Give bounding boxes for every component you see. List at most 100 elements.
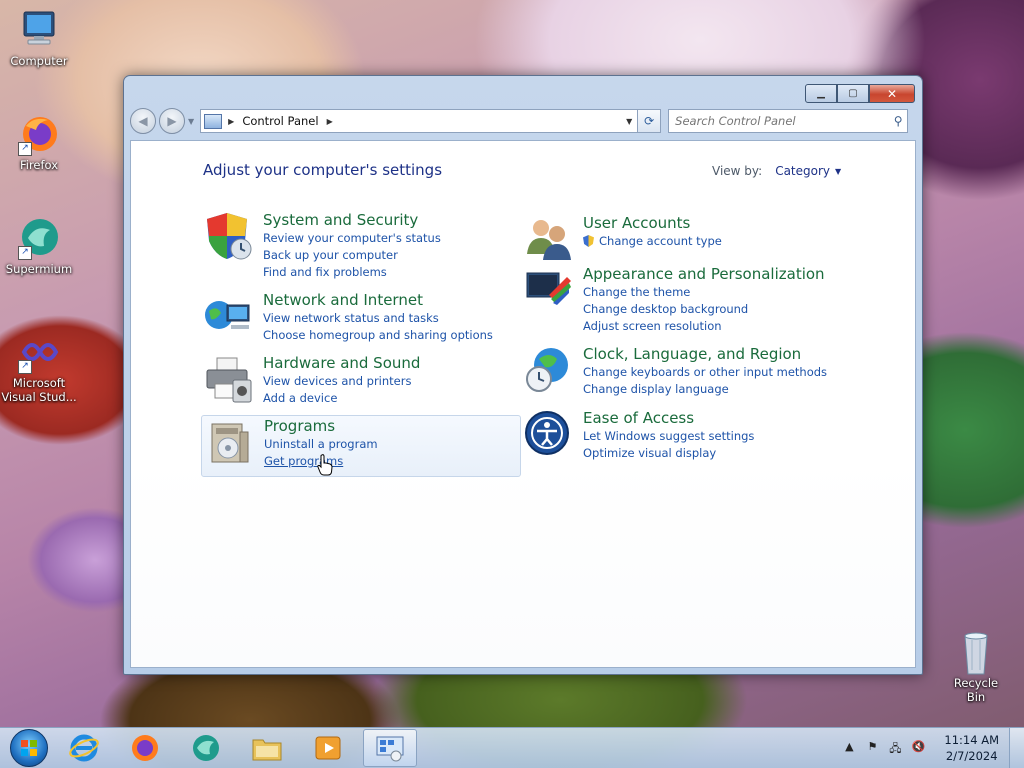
category-clock-language-region: Clock, Language, and Region Change keybo… xyxy=(523,345,827,398)
taskbar-explorer[interactable] xyxy=(241,730,293,766)
category-title[interactable]: Clock, Language, and Region xyxy=(583,345,827,364)
clock-date: 2/7/2024 xyxy=(945,749,998,763)
volume-muted-icon[interactable]: 🔇 xyxy=(909,740,927,756)
clock[interactable]: 11:14 AM 2/7/2024 xyxy=(944,732,999,764)
category-title[interactable]: System and Security xyxy=(263,211,441,230)
category-title[interactable]: Programs xyxy=(264,417,378,436)
link-keyboards[interactable]: Change keyboards or other input methods xyxy=(583,364,827,381)
link-network-status[interactable]: View network status and tasks xyxy=(263,310,493,327)
internet-explorer-icon xyxy=(69,734,99,762)
minimize-button[interactable]: ▁ xyxy=(805,84,837,103)
category-title[interactable]: Appearance and Personalization xyxy=(583,265,825,284)
clock-time: 11:14 AM xyxy=(944,733,999,747)
link-review-status[interactable]: Review your computer's status xyxy=(263,230,441,247)
media-player-icon xyxy=(315,736,341,760)
desktop-icon-visual-studio[interactable]: ↗ Microsoft Visual Stud... xyxy=(1,330,77,404)
recent-pages-dropdown[interactable]: ▼ xyxy=(188,117,194,126)
link-display-language[interactable]: Change display language xyxy=(583,381,827,398)
address-bar[interactable]: ▶ Control Panel ▶ ▼ xyxy=(200,109,639,133)
shield-icon[interactable] xyxy=(203,211,253,261)
link-devices-printers[interactable]: View devices and printers xyxy=(263,373,420,390)
action-center-flag-icon[interactable]: ⚑ xyxy=(863,740,881,756)
category-title[interactable]: Hardware and Sound xyxy=(263,354,420,373)
uac-shield-icon xyxy=(583,235,594,247)
appearance-icon[interactable] xyxy=(523,265,573,315)
category-system-security: System and Security Review your computer… xyxy=(203,211,441,281)
link-add-device[interactable]: Add a device xyxy=(263,390,420,407)
link-desktop-background[interactable]: Change desktop background xyxy=(583,301,825,318)
folder-icon xyxy=(252,739,282,761)
refresh-icon: ⟳ xyxy=(644,114,655,128)
link-optimize-display[interactable]: Optimize visual display xyxy=(583,445,754,462)
link-find-fix[interactable]: Find and fix problems xyxy=(263,264,441,281)
control-panel-icon xyxy=(376,736,404,762)
supermium-icon xyxy=(193,735,219,761)
search-icon[interactable]: ⚲ xyxy=(889,114,907,128)
desktop-icon-recycle-bin[interactable]: Recycle Bin xyxy=(943,630,1009,704)
maximize-icon: ▢ xyxy=(848,88,858,99)
control-panel-window: ▁ ▢ ✕ ◀ ▶ ▼ ▶ Control Panel ▶ ▼ ⟳ Search… xyxy=(123,75,923,675)
taskbar-internet-explorer[interactable] xyxy=(58,730,110,766)
network-tray-icon[interactable]: 🖧 xyxy=(886,740,904,756)
windows-logo-icon xyxy=(21,740,37,756)
shortcut-arrow-icon: ↗ xyxy=(18,142,32,156)
desktop-icon-label: Supermium xyxy=(5,262,73,276)
programs-icon[interactable] xyxy=(204,418,254,468)
computer-icon xyxy=(16,8,62,52)
desktop-icon-label: Recycle Bin xyxy=(953,676,999,704)
desktop-icon-computer[interactable]: Computer xyxy=(1,8,77,68)
category-user-accounts: User Accounts Change account type xyxy=(523,214,722,264)
ease-of-access-icon[interactable] xyxy=(523,409,573,459)
start-button[interactable] xyxy=(10,729,48,767)
shortcut-arrow-icon: ↗ xyxy=(18,360,32,374)
forward-button[interactable]: ▶ xyxy=(159,108,185,134)
desktop: Computer ↗ Firefox ↗ Supermium ↗ Microso… xyxy=(0,0,1024,768)
show-hidden-icons-icon[interactable]: ▲ xyxy=(840,740,858,756)
breadcrumb-control-panel[interactable]: Control Panel xyxy=(242,114,318,128)
breadcrumb-arrow-icon[interactable]: ▶ xyxy=(228,117,234,126)
link-uninstall[interactable]: Uninstall a program xyxy=(264,436,378,453)
navigation-bar: ◀ ▶ ▼ ▶ Control Panel ▶ ▼ ⟳ ⚲ xyxy=(130,106,916,136)
link-suggest-settings[interactable]: Let Windows suggest settings xyxy=(583,428,754,445)
close-button[interactable]: ✕ xyxy=(869,84,915,103)
category-title[interactable]: Ease of Access xyxy=(583,409,754,428)
desktop-icon-firefox[interactable]: ↗ Firefox xyxy=(1,112,77,172)
taskbar-control-panel[interactable] xyxy=(363,729,417,767)
taskbar-supermium[interactable] xyxy=(180,730,232,766)
show-desktop-button[interactable] xyxy=(1009,728,1024,768)
category-title[interactable]: Network and Internet xyxy=(263,291,493,310)
hand-cursor-icon xyxy=(317,454,333,476)
search-input[interactable] xyxy=(669,113,890,129)
minimize-icon: ▁ xyxy=(817,88,825,99)
firefox-icon xyxy=(132,735,158,761)
view-by-select[interactable]: Category xyxy=(775,164,830,178)
desktop-icon-label: Microsoft Visual Stud... xyxy=(1,376,77,404)
search-box[interactable]: ⚲ xyxy=(668,109,909,133)
link-label: Change account type xyxy=(599,234,722,248)
category-hardware-sound: Hardware and Sound View devices and prin… xyxy=(203,354,420,407)
content-pane: Adjust your computer's settings View by:… xyxy=(130,140,916,668)
link-screen-resolution[interactable]: Adjust screen resolution xyxy=(583,318,825,335)
desktop-icon-label: Firefox xyxy=(19,158,59,172)
users-icon[interactable] xyxy=(523,214,573,264)
link-homegroup[interactable]: Choose homegroup and sharing options xyxy=(263,327,493,344)
refresh-button[interactable]: ⟳ xyxy=(638,109,662,133)
address-dropdown-icon[interactable]: ▼ xyxy=(621,117,637,126)
back-button[interactable]: ◀ xyxy=(130,108,156,134)
breadcrumb-arrow-icon[interactable]: ▶ xyxy=(327,117,333,126)
desktop-icon-supermium[interactable]: ↗ Supermium xyxy=(1,216,77,276)
control-panel-small-icon xyxy=(204,113,223,129)
chevron-down-icon[interactable]: ▼ xyxy=(835,167,841,176)
desktop-icon-label: Computer xyxy=(10,54,68,68)
category-title[interactable]: User Accounts xyxy=(583,214,722,233)
network-icon[interactable] xyxy=(203,291,253,341)
taskbar-media-player[interactable] xyxy=(302,730,354,766)
link-change-account-type[interactable]: Change account type xyxy=(583,233,722,250)
maximize-button[interactable]: ▢ xyxy=(837,84,869,103)
link-backup[interactable]: Back up your computer xyxy=(263,247,441,264)
globe-clock-icon[interactable] xyxy=(523,345,573,395)
link-change-theme[interactable]: Change the theme xyxy=(583,284,825,301)
taskbar-firefox[interactable] xyxy=(119,730,171,766)
visual-studio-icon: ↗ xyxy=(16,330,62,374)
printer-icon[interactable] xyxy=(203,354,253,404)
